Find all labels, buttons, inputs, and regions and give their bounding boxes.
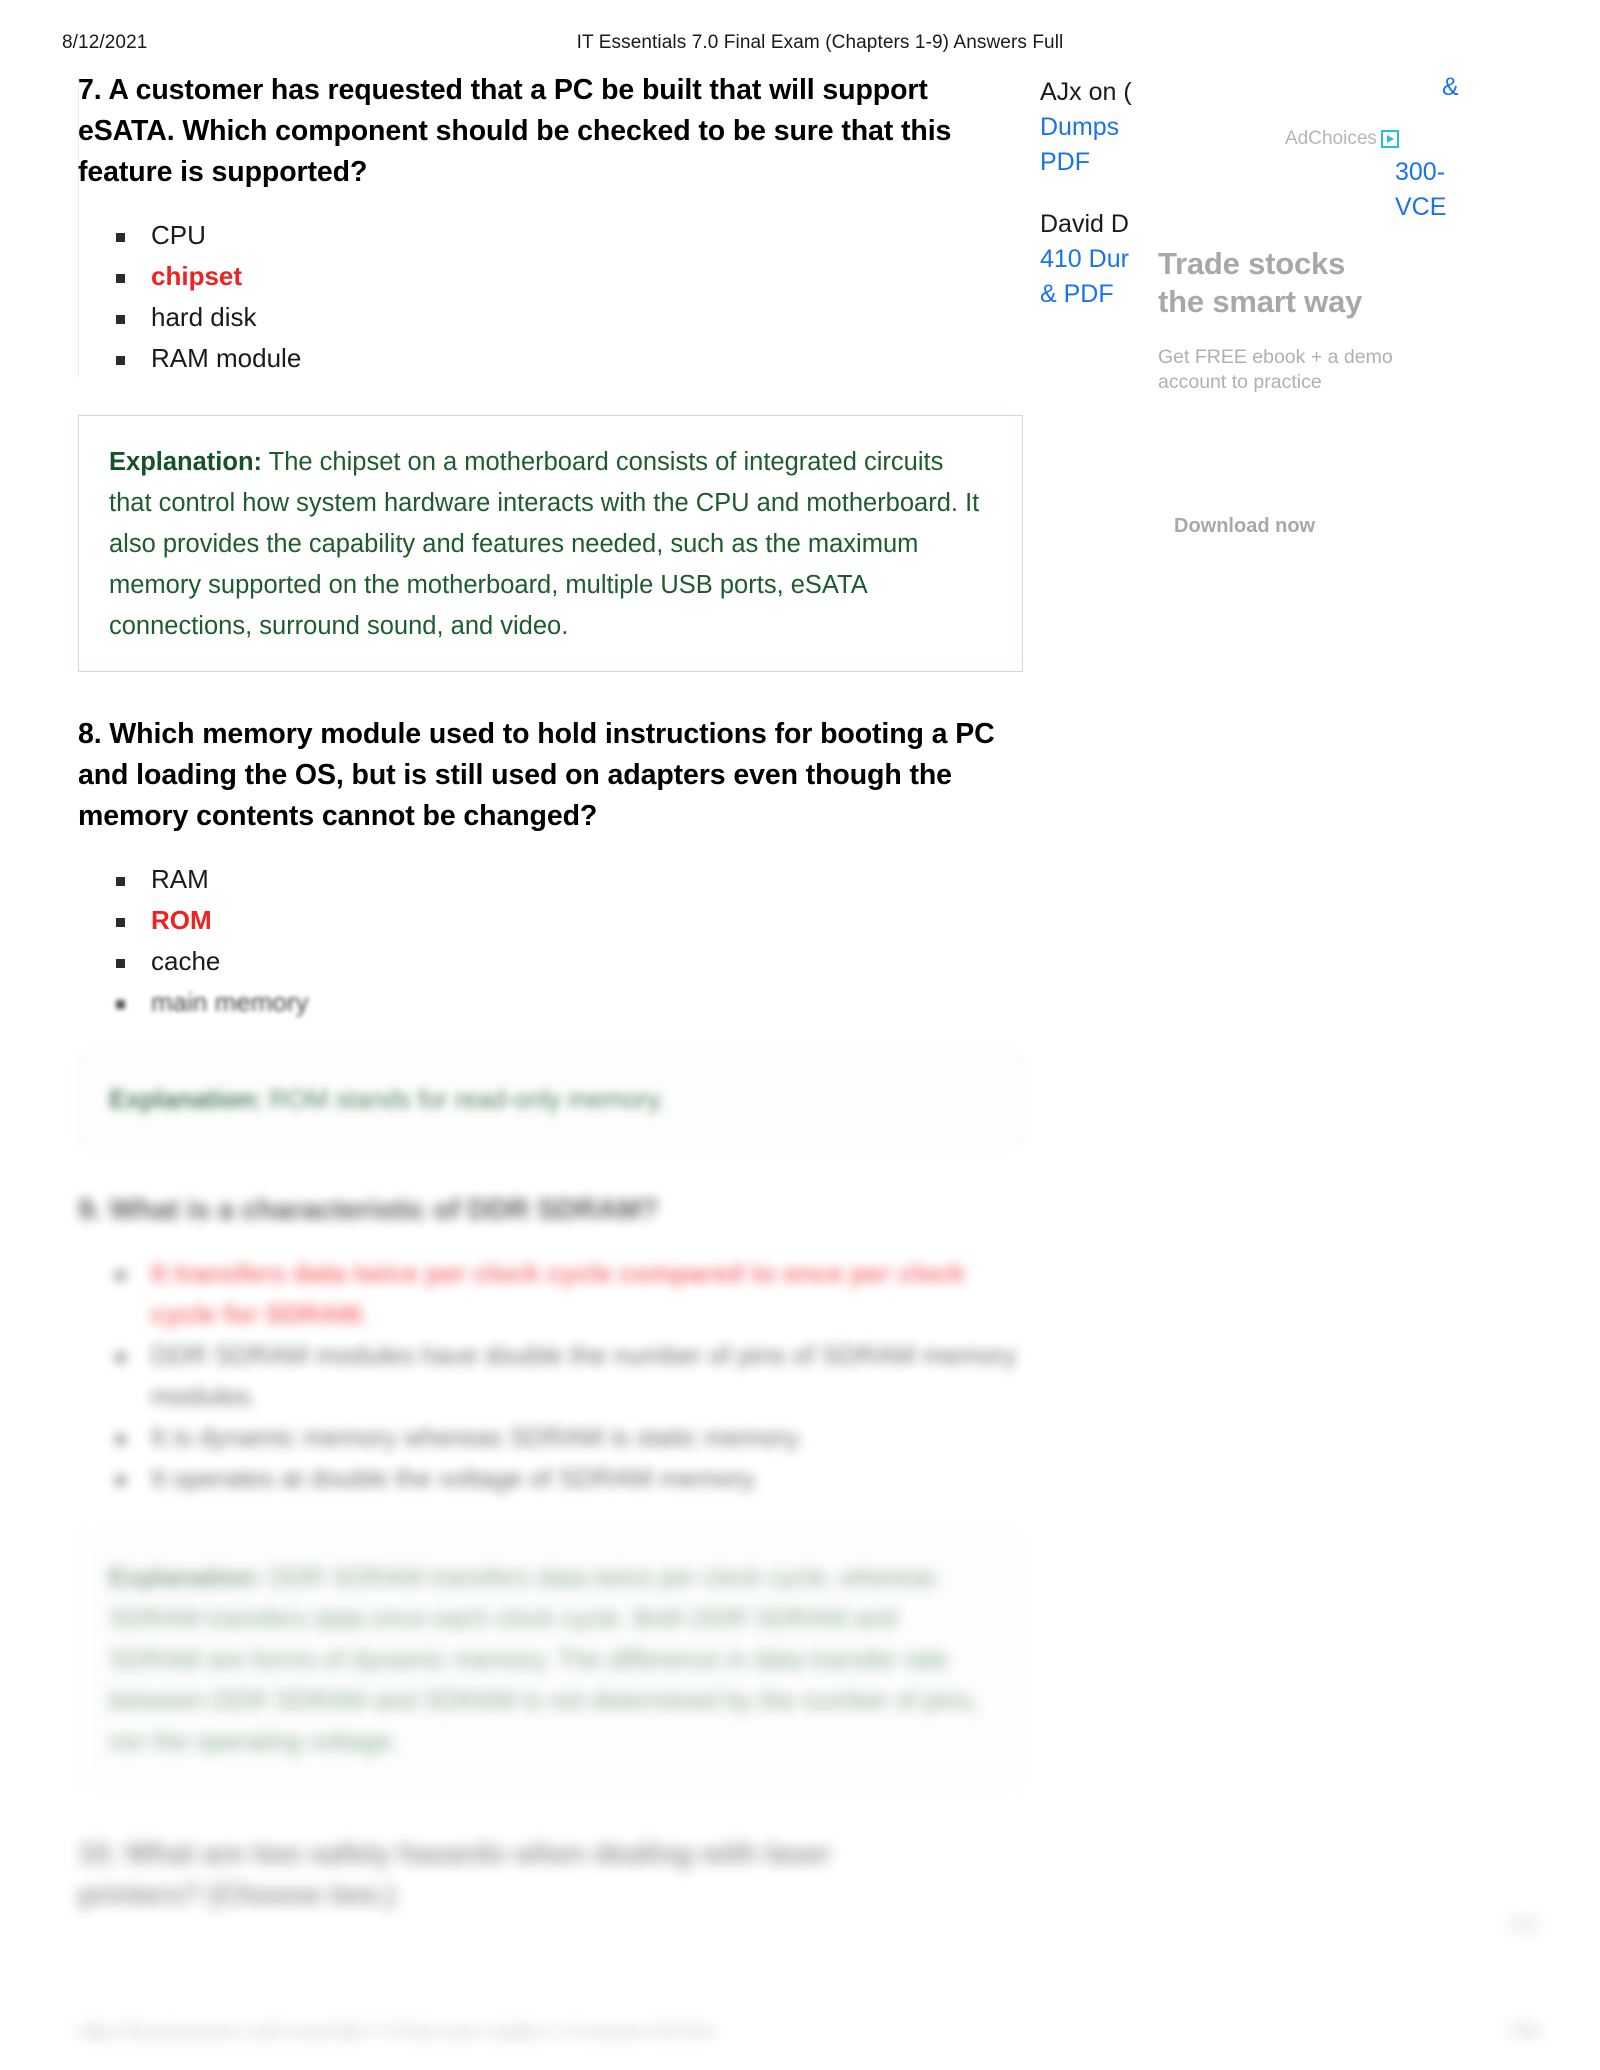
explanation-text: The chipset on a motherboard consists of… [109, 448, 980, 640]
advertisement-rail: AJx on ( Dumps PDF David D 410 Dur & PDF… [1040, 70, 1600, 630]
question-7-explanation: Explanation: The chipset on a motherboar… [78, 415, 1023, 672]
explanation-label: Explanation: [109, 1564, 263, 1592]
option-item-correct[interactable]: ROM [106, 900, 1023, 941]
option-item-correct[interactable]: It transfers data twice per clock cycle … [106, 1253, 1023, 1335]
question-8-options: RAM ROM cache main memory [78, 859, 1023, 1023]
option-item[interactable]: hard disk [106, 297, 1023, 338]
ad-link-title: AJx on ( [1040, 78, 1132, 106]
page-side-mark: ITE [1508, 1916, 1538, 1937]
option-item[interactable]: RAM module [106, 338, 1023, 379]
option-item[interactable]: RAM [106, 859, 1023, 900]
footer-source-url: https://itexamanswers.net/it-essentials-… [78, 2022, 714, 2041]
ad-link-line[interactable]: PDF [1040, 145, 1172, 180]
question-9-options: It transfers data twice per clock cycle … [78, 1253, 1023, 1499]
question-8-heading: 8. Which memory module used to hold inst… [78, 718, 995, 832]
adchoices-icon[interactable] [1379, 129, 1401, 149]
ad-headline-line-2: the smart way [1158, 284, 1363, 319]
explanation-paragraph: Explanation: DDR SDRAM transfers data tw… [109, 1558, 992, 1763]
question-9-explanation: Explanation: DDR SDRAM transfers data tw… [78, 1531, 1023, 1788]
question-10-heading: 10. What are two safety hazards when dea… [78, 1838, 832, 1911]
explanation-paragraph: Explanation: The chipset on a motherboar… [109, 442, 992, 647]
print-title: IT Essentials 7.0 Final Exam (Chapters 1… [576, 32, 1064, 53]
ad-link-group[interactable]: AJx on ( Dumps PDF [1040, 75, 1172, 180]
explanation-paragraph: Explanation: ROM stands for read-only me… [109, 1080, 992, 1121]
option-item[interactable]: It is dynamic memory whereas SDRAM is st… [106, 1417, 1023, 1458]
ad-text-links: AJx on ( Dumps PDF David D 410 Dur & PDF [1040, 75, 1172, 339]
ad-link-line[interactable]: 410 Dur [1040, 242, 1172, 277]
stock-ad-creative[interactable]: Trade stocks the smart way Get FREE eboo… [1158, 245, 1408, 537]
adchoices-badge[interactable]: AdChoices [1285, 128, 1401, 150]
ad-link-line[interactable]: Dumps [1040, 110, 1172, 145]
option-item[interactable]: CPU [106, 215, 1023, 256]
print-header: 8/12/2021 IT Essentials 7.0 Final Exam (… [0, 32, 1600, 58]
ad-link-group[interactable]: David D 410 Dur & PDF [1040, 207, 1172, 312]
ad-ampersand: & [1442, 73, 1459, 101]
explanation-label: Explanation: [109, 1086, 263, 1114]
ad-download-now-button[interactable]: Download now [1174, 515, 1315, 538]
adchoices-label: AdChoices [1285, 128, 1377, 149]
explanation-label: Explanation: [109, 448, 263, 476]
option-item[interactable]: It operates at double the voltage of SDR… [106, 1458, 1023, 1499]
ad-right-text-column: & 300- VCE [1395, 70, 1525, 225]
question-7-options: CPU chipset hard disk RAM module [78, 215, 1023, 379]
explanation-text: ROM stands for read-only memory. [262, 1086, 666, 1114]
option-item[interactable]: cache [106, 941, 1023, 982]
footer-page-number: 7/69 [1506, 2022, 1540, 2041]
option-item[interactable]: main memory [106, 982, 1023, 1023]
ad-cert-line: VCE [1395, 193, 1447, 221]
ad-link-line[interactable]: & PDF [1040, 277, 1172, 312]
option-item[interactable]: DDR SDRAM modules have double the number… [106, 1335, 1023, 1417]
question-9-heading: 9. What is a characteristic of DDR SDRAM… [78, 1194, 659, 1226]
question-7-heading: 7. A customer has requested that a PC be… [78, 74, 952, 188]
question-8-explanation: Explanation: ROM stands for read-only me… [78, 1053, 1023, 1146]
explanation-text: DDR SDRAM transfers data twice per clock… [109, 1564, 978, 1756]
question-column: 7. A customer has requested that a PC be… [78, 70, 1023, 1916]
ad-cert-link[interactable]: 300- VCE [1395, 155, 1525, 225]
ad-link-title: David D [1040, 210, 1129, 238]
ad-cert-line: 300- [1395, 158, 1446, 186]
ad-headline-line-1: Trade stocks [1158, 246, 1346, 281]
ad-subtext: Get FREE ebook + a demo account to pract… [1158, 346, 1393, 393]
page-footer: https://itexamanswers.net/it-essentials-… [78, 2022, 1540, 2042]
option-item-correct[interactable]: chipset [106, 256, 1023, 297]
page-body: 7. A customer has requested that a PC be… [0, 70, 1600, 2070]
